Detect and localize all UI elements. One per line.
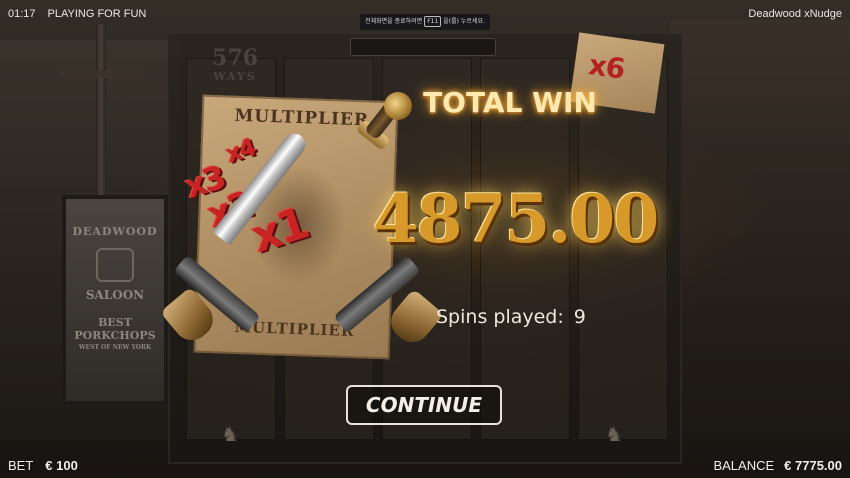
horse-icon: ♞ [605, 422, 623, 446]
x6-multiplier-label: x6 [586, 48, 627, 86]
fullscreen-key-label: F11 [424, 16, 442, 27]
spins-played: Spins played: 9 [436, 306, 586, 328]
bet-value: € 100 [45, 458, 78, 473]
clock: 01:17 [8, 8, 36, 20]
saloon-sign-line1: DEADWOOD [72, 225, 158, 238]
win-amount: 4875.00 [372, 180, 660, 258]
background-building-right [670, 20, 850, 440]
spins-played-value: 9 [573, 306, 586, 328]
fullscreen-notice-text: 전체화면을 종료하려면 [365, 18, 423, 25]
saloon-sign-badge-icon [96, 248, 134, 282]
saloon-sign-line4: WEST OF NEW YORK [78, 344, 152, 351]
fullscreen-notice-text-end: 을(를) 누르세요. [443, 18, 485, 25]
spins-played-label: Spins played: [436, 306, 564, 328]
saloon-sign-line2: SALOON [85, 288, 145, 302]
game-title: Deadwood xNudge [748, 8, 842, 20]
saloon-sign: DEADWOOD SALOON BEST PORKCHOPS WEST OF N… [62, 195, 168, 405]
ways-number: 576 [212, 45, 258, 71]
balance-label: BALANCE [713, 458, 775, 473]
balance-display: BALANCE € 7775.00 [713, 458, 842, 473]
total-win-title: TOTAL WIN [423, 86, 597, 119]
balance-value: € 7775.00 [784, 458, 842, 473]
knife-skull-pommel-icon [384, 92, 412, 120]
saloon-sign-line3: BEST PORKCHOPS [74, 316, 156, 342]
horse-icon: ♞ [221, 422, 239, 446]
ways-label: WAYS [213, 70, 257, 83]
bet-label: BET [8, 458, 34, 473]
top-bar-left: 01:17 PLAYING FOR FUN [8, 8, 146, 20]
telegraph-pole-crossbar [60, 70, 144, 78]
ways-indicator: 576 WAYS [200, 46, 270, 83]
fullscreen-notice: 전체화면을 종료하려면 F11 을(를) 누르세요. [360, 14, 490, 30]
bet-display[interactable]: BET € 100 [8, 458, 78, 473]
reel-top-tab [350, 38, 496, 56]
continue-button[interactable]: CONTINUE [346, 385, 502, 425]
game-scene: DEADWOOD SALOON BEST PORKCHOPS WEST OF N… [0, 0, 850, 478]
play-mode-label: PLAYING FOR FUN [47, 8, 147, 20]
